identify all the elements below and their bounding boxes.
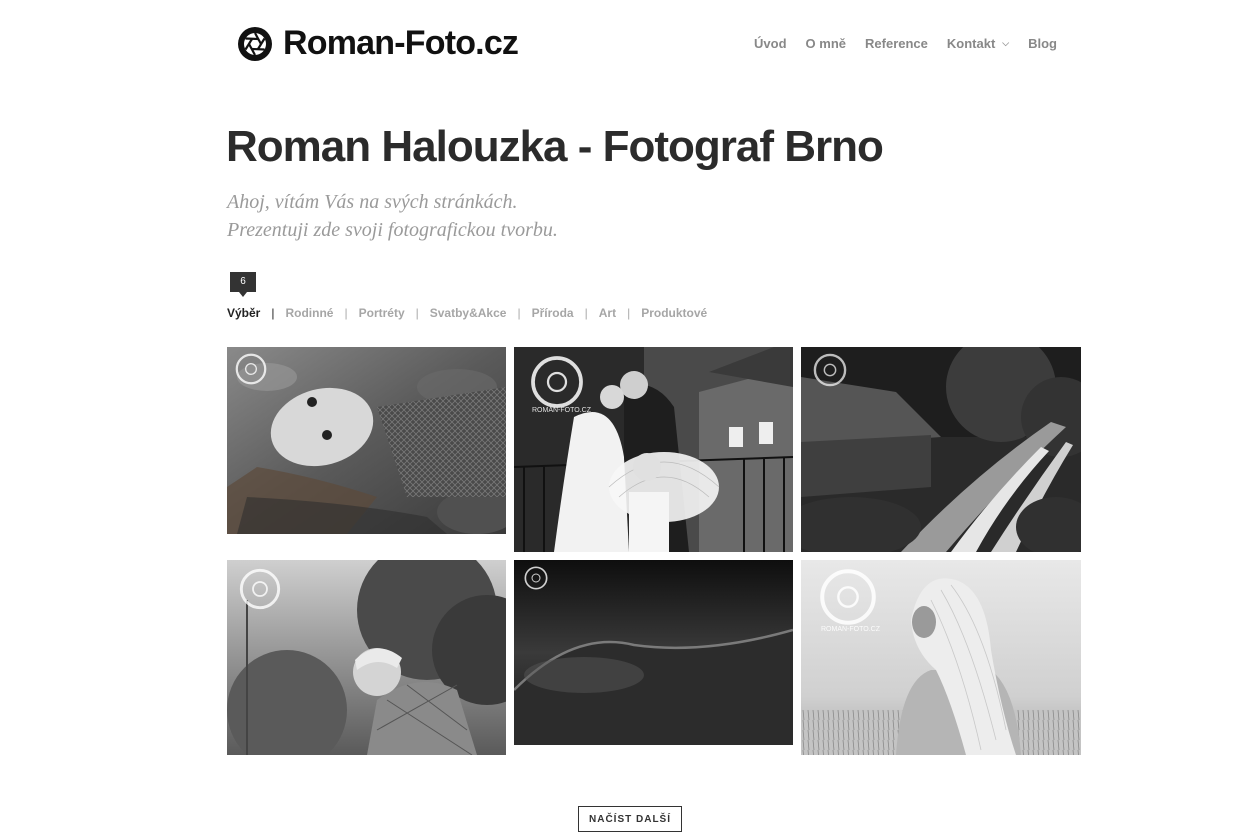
- page-title: Roman Halouzka - Fotograf Brno: [226, 122, 884, 171]
- gallery-photo-wedding[interactable]: ROMAN-FOTO.CZ: [514, 347, 793, 552]
- nav-item-o-mne[interactable]: O mně: [806, 36, 846, 51]
- gallery-photo-cottage-road[interactable]: [801, 347, 1081, 552]
- filter-art[interactable]: Art: [599, 306, 616, 320]
- filter-priroda[interactable]: Příroda: [532, 306, 574, 320]
- watermark-text: ROMAN-FOTO.CZ: [821, 626, 880, 633]
- filter-separator: |: [271, 306, 275, 320]
- site-logo[interactable]: Roman-Foto.cz: [237, 24, 519, 63]
- nav-item-kontakt-label: Kontakt: [946, 36, 996, 51]
- watermark-aperture-icon: [820, 569, 876, 625]
- gallery-photo-portrait-woman-leaves[interactable]: [227, 347, 506, 534]
- filter-vyber[interactable]: Výběr: [227, 306, 260, 320]
- nav-item-uvod[interactable]: Úvod: [754, 36, 787, 51]
- filter-separator: |: [415, 306, 419, 320]
- filter-separator: |: [584, 306, 588, 320]
- watermark-aperture-icon: [524, 566, 548, 590]
- page-subtitle: Ahoj, vítám Vás na svých stránkách. Prez…: [227, 188, 558, 244]
- watermark-text: ROMAN-FOTO.CZ: [532, 407, 591, 414]
- nav-item-kontakt[interactable]: Kontakt ⌵: [947, 36, 1009, 51]
- watermark-aperture-icon: [813, 353, 847, 387]
- nav-item-blog[interactable]: Blog: [1028, 36, 1057, 51]
- watermark-aperture-icon: [239, 568, 281, 610]
- filter-separator: |: [627, 306, 631, 320]
- filter-svatby-akce[interactable]: Svatby&Akce: [430, 306, 507, 320]
- main-nav: Úvod O mně Reference Kontakt ⌵ Blog: [735, 36, 1057, 51]
- filter-separator: |: [344, 306, 348, 320]
- filter-separator: |: [517, 306, 521, 320]
- load-more-button[interactable]: NAČÍST DALŠÍ: [578, 806, 682, 832]
- gallery-photo-abstract[interactable]: [514, 560, 793, 745]
- filter-produktove[interactable]: Produktové: [641, 306, 707, 320]
- aperture-icon: [238, 26, 272, 61]
- subtitle-line-1: Ahoj, vítám Vás na svých stránkách.: [227, 191, 518, 213]
- watermark-aperture-icon: [235, 353, 267, 385]
- chevron-down-icon: ⌵: [1002, 38, 1010, 48]
- filter-rodinne[interactable]: Rodinné: [285, 306, 333, 320]
- filter-portrety[interactable]: Portréty: [359, 306, 405, 320]
- gallery-filter: Výběr | Rodinné | Portréty | Svatby&Akce…: [227, 306, 707, 320]
- watermark-aperture-icon: [531, 356, 583, 408]
- filter-count-badge: 6: [230, 272, 256, 297]
- nav-item-reference[interactable]: Reference: [865, 36, 928, 51]
- site-name: Roman-Foto.cz: [283, 24, 519, 62]
- subtitle-line-2: Prezentuji zde svoji fotografickou tvorb…: [227, 219, 558, 241]
- gallery-photo-blonde-woman[interactable]: ROMAN-FOTO.CZ: [801, 560, 1081, 755]
- gallery-photo-boy[interactable]: [227, 560, 506, 755]
